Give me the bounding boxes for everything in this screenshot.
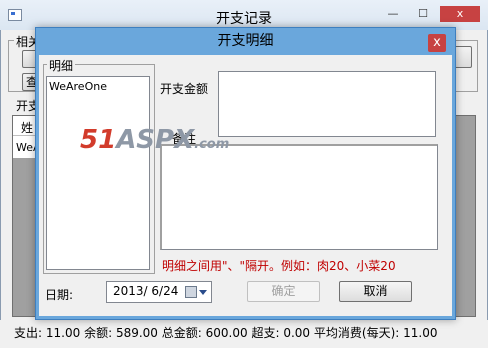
status-bar-text: 支出: 11.00 余额: 589.00 总金额: 600.00 超支: 0.0… (14, 324, 438, 341)
main-close-button[interactable]: x (440, 6, 480, 22)
detail-list-item[interactable]: WeAreOne (47, 77, 149, 96)
watermark-part2: ASPX (116, 125, 195, 155)
cancel-button[interactable]: 取消 (339, 281, 412, 302)
amount-input[interactable] (218, 71, 436, 137)
amount-label: 开支金额 (160, 82, 209, 96)
watermark-logo: 51ASPX.com (80, 125, 229, 155)
watermark-part1: 51 (80, 125, 117, 155)
format-hint: 明细之间用"、"隔开。例如：肉20、小菜20 (162, 259, 396, 273)
confirm-button[interactable]: 确定 (247, 281, 320, 302)
bg-side-button[interactable] (454, 46, 472, 68)
overspend-value: 0.00 (283, 326, 311, 340)
date-value: 2013/ 6/24 (113, 284, 179, 298)
avg-value: 11.00 (403, 326, 438, 340)
calendar-icon[interactable] (185, 286, 197, 298)
total-value: 600.00 (205, 326, 248, 340)
total-label: 总金额: (161, 326, 202, 340)
avg-label: 平均消费(每天): (313, 326, 400, 340)
balance-label: 余额: (84, 326, 113, 340)
date-label: 日期: (45, 288, 74, 302)
dialog-title: 开支明细 (217, 33, 274, 49)
note-textarea[interactable] (160, 144, 438, 250)
spent-label: 支出: (14, 326, 43, 340)
minimize-button[interactable]: — (380, 6, 406, 22)
detail-listbox[interactable]: WeAreOne (46, 76, 150, 270)
watermark-part3: .com (194, 137, 230, 152)
detail-group-label: 明细 (47, 57, 76, 74)
overspend-label: 超支: (251, 326, 280, 340)
dialog-close-button[interactable]: x (428, 34, 446, 52)
balance-value: 589.00 (115, 326, 158, 340)
chevron-down-icon[interactable] (199, 290, 207, 295)
maximize-button[interactable]: ☐ (410, 6, 436, 22)
date-picker[interactable]: 2013/ 6/24 (106, 281, 212, 303)
spent-value: 11.00 (45, 326, 81, 340)
